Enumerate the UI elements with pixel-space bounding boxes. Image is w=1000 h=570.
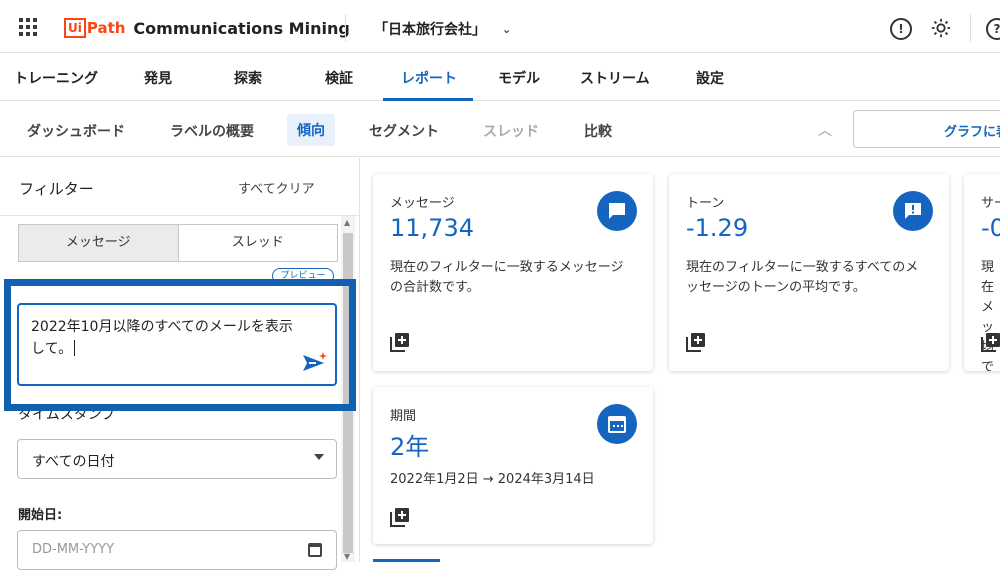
alert-icon[interactable]: ! <box>890 18 912 40</box>
add-to-dashboard-icon[interactable] <box>981 332 1000 352</box>
scroll-down-icon[interactable]: ▼ <box>344 552 350 561</box>
tab-validate[interactable]: 検証 <box>325 68 353 88</box>
app-grid-icon[interactable] <box>19 18 37 36</box>
card-description: 現在メッ均で <box>981 260 995 371</box>
add-to-dashboard-icon[interactable] <box>390 507 410 527</box>
subtab-dashboard[interactable]: ダッシュボード <box>27 121 125 141</box>
messages-card: メッセージ 11,734 現在のフィルターに一致するメッセージの合計数です。 <box>373 174 653 371</box>
tab-discover[interactable]: 発見 <box>144 68 172 88</box>
filter-divider <box>0 215 359 216</box>
main-tabs: トレーニング 発見 探索 検証 レポート モデル ストリーム 設定 <box>0 54 1000 101</box>
calendar-icon[interactable] <box>308 543 322 557</box>
tab-streams[interactable]: ストリーム <box>580 68 650 88</box>
card-description: 現在のフィルターに一致するメッセージの合計数です。 <box>390 260 624 295</box>
query-text-line2: して。 <box>31 341 73 357</box>
card-description: 現在のフィルターに一致するすべてのメッセージのトーンの平均です。 <box>686 260 919 295</box>
help-icon[interactable]: ? <box>986 18 1000 40</box>
top-bar: Ui Path Communications Mining 「日本旅行会社」 ⌄… <box>0 0 1000 53</box>
add-to-dashboard-icon[interactable] <box>686 332 706 352</box>
calendar-icon <box>597 404 637 444</box>
card-description: 2022年1月2日 → 2024年3月14日 <box>390 472 595 487</box>
card-value: -1.29 <box>686 214 749 242</box>
gear-icon[interactable] <box>930 17 952 39</box>
date-range-select[interactable]: すべての日付 <box>17 439 337 479</box>
chevron-down-icon: ⌄ <box>502 22 512 36</box>
toggle-threads[interactable]: スレッド <box>179 225 338 261</box>
add-to-dashboard-icon[interactable] <box>390 332 410 352</box>
card-label: メッセージ <box>390 196 455 211</box>
product-name: Communications Mining <box>133 18 350 38</box>
query-text-line1: 2022年10月以降のすべてのメールを表示 <box>31 319 293 335</box>
start-date-placeholder: DD-MM-YYYY <box>32 542 115 557</box>
uipath-logo: Ui Path Communications Mining <box>64 17 350 39</box>
active-tab-indicator <box>383 98 473 101</box>
tab-models[interactable]: モデル <box>498 68 540 88</box>
project-selector[interactable]: 「日本旅行会社」 ⌄ <box>374 19 511 39</box>
subtab-trends[interactable]: 傾向 <box>287 114 335 146</box>
subtab-compare[interactable]: 比較 <box>584 121 612 141</box>
dropdown-arrow-icon <box>314 454 324 460</box>
tab-reports[interactable]: レポート <box>401 68 457 88</box>
send-icon[interactable] <box>302 351 328 373</box>
text-caret <box>74 340 76 356</box>
report-subtabs: ダッシュボード ラベルの概要 傾向 セグメント スレッド 比較 <box>0 102 1000 157</box>
header-divider-right <box>970 14 971 42</box>
tab-training[interactable]: トレーニング <box>14 68 98 88</box>
card-label: サー <box>981 196 1000 211</box>
project-name: 「日本旅行会社」 <box>374 22 486 38</box>
natural-language-query-input[interactable]: 2022年10月以降のすべてのメールを表示 して。 <box>17 303 337 386</box>
message-icon <box>597 191 637 231</box>
tone-card: トーン -1.29 現在のフィルターに一致するすべてのメッセージのトーンの平均で… <box>669 174 949 371</box>
chevron-up-icon[interactable]: ︿ <box>818 120 832 140</box>
toggle-messages[interactable]: メッセージ <box>19 225 179 261</box>
clear-all-button[interactable]: すべてクリア <box>238 178 315 197</box>
card-value: 2年 <box>390 433 430 461</box>
tone-icon <box>893 191 933 231</box>
header-divider <box>345 14 346 42</box>
card-value: -0 <box>981 214 1000 242</box>
date-range-value: すべての日付 <box>32 454 115 470</box>
logo-ui: Ui <box>64 18 86 38</box>
tab-explore[interactable]: 探索 <box>234 68 262 88</box>
filter-sidebar: フィルター すべてクリア ▲ ▼ メッセージ スレッド プレビュー タイムスタン… <box>0 158 360 570</box>
card-value: 11,734 <box>390 214 474 242</box>
subtab-segments[interactable]: セグメント <box>369 121 439 141</box>
tab-settings[interactable]: 設定 <box>696 68 724 88</box>
scroll-up-icon[interactable]: ▲ <box>344 218 350 227</box>
period-card: 期間 2年 2022年1月2日 → 2024年3月14日 <box>373 387 653 544</box>
card-label: 期間 <box>390 409 417 424</box>
partial-card: サー -0 現在メッ均で <box>964 174 1000 371</box>
message-thread-toggle: メッセージ スレッド <box>18 224 338 262</box>
logo-path: Path <box>86 19 126 37</box>
graph-button[interactable]: グラフに表 <box>853 110 1000 148</box>
card-label: トーン <box>686 196 725 211</box>
filter-title: フィルター <box>19 180 94 198</box>
subtab-label-summary[interactable]: ラベルの概要 <box>170 121 254 141</box>
subtab-threads[interactable]: スレッド <box>483 121 539 141</box>
start-date-label: 開始日: <box>18 508 63 523</box>
start-date-input[interactable]: DD-MM-YYYY <box>17 530 337 570</box>
